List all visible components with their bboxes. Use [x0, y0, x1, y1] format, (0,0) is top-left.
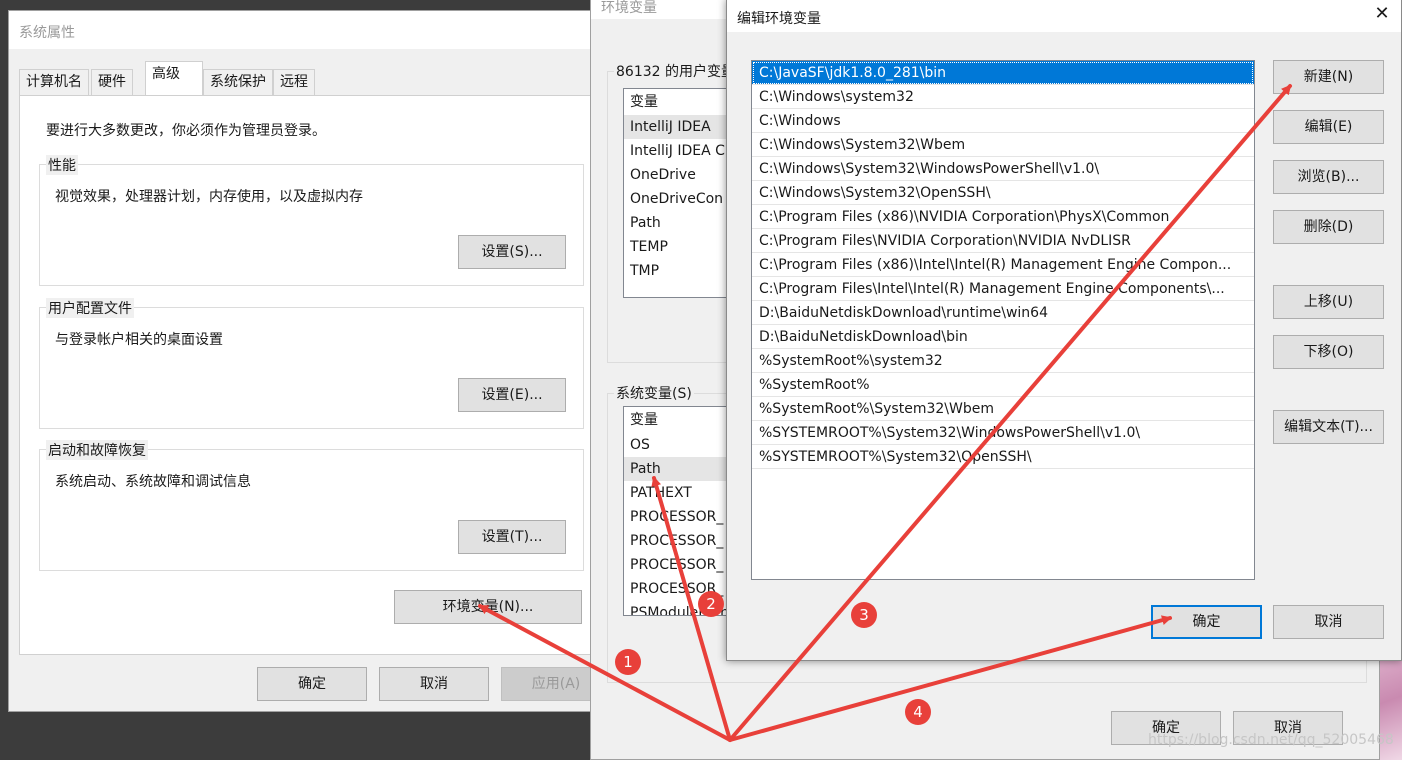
group-description: 与登录帐户相关的桌面设置: [55, 332, 223, 348]
list-item[interactable]: C:\Windows\system32: [752, 85, 1254, 109]
edit-button[interactable]: 编辑(E): [1273, 110, 1384, 144]
list-item[interactable]: D:\BaiduNetdiskDownload\runtime\win64: [752, 301, 1254, 325]
system-properties-window: 系统属性 计算机名 硬件 高级 系统保护 远程 要进行大多数更改，你必须作为管理…: [8, 10, 611, 712]
admin-note: 要进行大多数更改，你必须作为管理员登录。: [46, 123, 326, 139]
window-title: 环境变量: [601, 0, 657, 16]
step-badge-1: 1: [615, 649, 641, 675]
titlebar: 编辑环境变量 ✕: [727, 0, 1401, 32]
step-badge-3: 3: [851, 602, 877, 628]
tab-advanced[interactable]: 高级: [145, 61, 203, 95]
tab-hardware[interactable]: 硬件: [91, 69, 133, 95]
new-button[interactable]: 新建(N): [1273, 60, 1384, 94]
group-label: 用户配置文件: [46, 298, 134, 318]
move-up-button[interactable]: 上移(U): [1273, 285, 1384, 319]
move-down-button[interactable]: 下移(O): [1273, 335, 1384, 369]
step-badge-4: 4: [905, 699, 931, 725]
list-item[interactable]: %SYSTEMROOT%\System32\WindowsPowerShell\…: [752, 421, 1254, 445]
startup-recovery-group: 启动和故障恢复 系统启动、系统故障和调试信息 设置(T)...: [39, 440, 584, 571]
performance-group: 性能 视觉效果，处理器计划，内存使用，以及虚拟内存 设置(S)...: [39, 155, 584, 286]
list-item[interactable]: C:\Program Files\Intel\Intel(R) Manageme…: [752, 277, 1254, 301]
list-item[interactable]: D:\BaiduNetdiskDownload\bin: [752, 325, 1254, 349]
edit-environment-variable-dialog: 编辑环境变量 ✕ C:\JavaSF\jdk1.8.0_281\bin C:\W…: [726, 0, 1402, 661]
environment-variables-button[interactable]: 环境变量(N)...: [394, 590, 582, 624]
tab-system-protection[interactable]: 系统保护: [203, 69, 273, 95]
group-description: 系统启动、系统故障和调试信息: [55, 474, 251, 490]
group-label: 86132 的用户变量: [614, 61, 737, 81]
tab-computer-name[interactable]: 计算机名: [19, 69, 89, 95]
user-profiles-group: 用户配置文件 与登录帐户相关的桌面设置 设置(E)...: [39, 298, 584, 429]
list-item[interactable]: C:\Windows: [752, 109, 1254, 133]
list-item[interactable]: C:\Program Files\NVIDIA Corporation\NVID…: [752, 229, 1254, 253]
list-item[interactable]: C:\Windows\System32\Wbem: [752, 133, 1254, 157]
list-item[interactable]: %SystemRoot%\System32\Wbem: [752, 397, 1254, 421]
delete-button[interactable]: 删除(D): [1273, 210, 1384, 244]
list-item[interactable]: C:\Windows\System32\OpenSSH\: [752, 181, 1254, 205]
advanced-tab-panel: 要进行大多数更改，你必须作为管理员登录。 性能 视觉效果，处理器计划，内存使用，…: [19, 95, 591, 655]
user-profiles-settings-button[interactable]: 设置(E)...: [458, 378, 566, 412]
titlebar: 系统属性: [9, 11, 591, 49]
list-item[interactable]: %SYSTEMROOT%\System32\OpenSSH\: [752, 445, 1254, 469]
cancel-button[interactable]: 取消: [379, 667, 489, 701]
startup-recovery-settings-button[interactable]: 设置(T)...: [458, 520, 566, 554]
list-item[interactable]: C:\Program Files (x86)\NVIDIA Corporatio…: [752, 205, 1254, 229]
ok-button[interactable]: 确定: [1151, 605, 1262, 639]
step-badge-2: 2: [698, 591, 724, 617]
list-item[interactable]: C:\Windows\System32\WindowsPowerShell\v1…: [752, 157, 1254, 181]
list-item[interactable]: %SystemRoot%: [752, 373, 1254, 397]
group-label: 启动和故障恢复: [46, 440, 148, 460]
list-item[interactable]: C:\JavaSF\jdk1.8.0_281\bin: [752, 61, 1254, 85]
close-icon[interactable]: ✕: [1373, 5, 1391, 23]
list-item[interactable]: %SystemRoot%\system32: [752, 349, 1254, 373]
cancel-button[interactable]: 取消: [1273, 605, 1384, 639]
path-entries-list[interactable]: C:\JavaSF\jdk1.8.0_281\bin C:\Windows\sy…: [751, 60, 1255, 580]
group-description: 视觉效果，处理器计划，内存使用，以及虚拟内存: [55, 189, 363, 205]
group-label: 性能: [46, 155, 78, 175]
group-label: 系统变量(S): [614, 383, 694, 403]
performance-settings-button[interactable]: 设置(S)...: [458, 235, 566, 269]
window-title: 编辑环境变量: [737, 11, 821, 27]
tab-remote[interactable]: 远程: [273, 69, 315, 95]
browse-button[interactable]: 浏览(B)...: [1273, 160, 1384, 194]
ok-button[interactable]: 确定: [257, 667, 367, 701]
edit-text-button[interactable]: 编辑文本(T)...: [1273, 410, 1384, 444]
window-title: 系统属性: [19, 25, 75, 41]
list-item[interactable]: C:\Program Files (x86)\Intel\Intel(R) Ma…: [752, 253, 1254, 277]
watermark-text: https://blog.csdn.net/qq_52005468: [1148, 732, 1394, 748]
